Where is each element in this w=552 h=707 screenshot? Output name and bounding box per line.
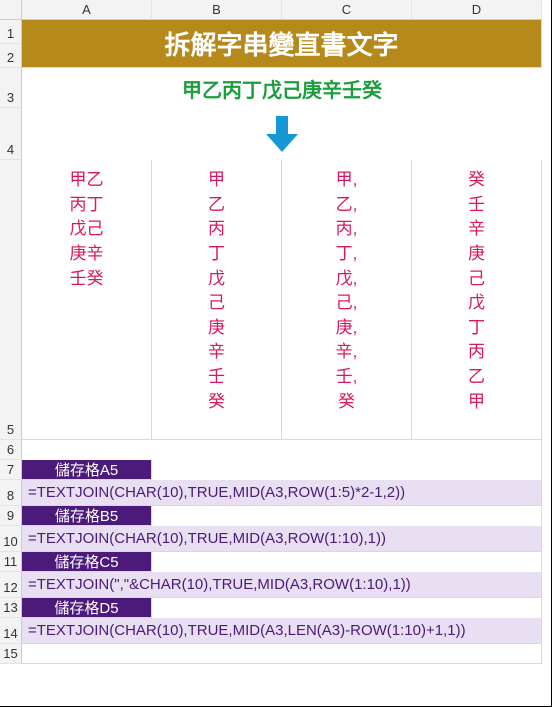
row-header-12[interactable]: 12 <box>0 572 22 598</box>
row-header-2[interactable]: 2 <box>0 44 22 68</box>
cell-D13[interactable] <box>412 598 542 618</box>
cell-D15[interactable] <box>412 644 542 664</box>
row-header-13[interactable]: 13 <box>0 598 22 618</box>
col-header-A[interactable]: A <box>22 0 152 20</box>
row-header-5[interactable]: 5 <box>0 160 22 440</box>
row-header-3[interactable]: 3 <box>0 68 22 108</box>
cell-A6[interactable] <box>22 440 152 460</box>
col-header-B[interactable]: B <box>152 0 282 20</box>
col-header-C[interactable]: C <box>282 0 412 20</box>
cell-D6[interactable] <box>412 440 542 460</box>
cell-C11[interactable] <box>282 552 412 572</box>
row-header-6[interactable]: 6 <box>0 440 22 460</box>
cell-B5[interactable]: 甲 乙 丙 丁 戊 己 庚 辛 壬 癸 <box>152 160 282 440</box>
cell-C9[interactable] <box>282 506 412 526</box>
cell-C15[interactable] <box>282 644 412 664</box>
row-header-8[interactable]: 8 <box>0 480 22 506</box>
select-all-corner[interactable] <box>0 0 22 20</box>
row-header-4[interactable]: 4 <box>0 108 22 160</box>
label-B5[interactable]: 儲存格B5 <box>22 506 152 526</box>
formula-A5[interactable]: =TEXTJOIN(CHAR(10),TRUE,MID(A3,ROW(1:5)*… <box>22 480 542 506</box>
row-header-15[interactable]: 15 <box>0 644 22 664</box>
cell-C6[interactable] <box>282 440 412 460</box>
title-banner: 拆解字串變直書文字 <box>22 20 542 68</box>
label-C5[interactable]: 儲存格C5 <box>22 552 152 572</box>
cell-D7[interactable] <box>412 460 542 480</box>
row-header-10[interactable]: 10 <box>0 526 22 552</box>
label-A5[interactable]: 儲存格A5 <box>22 460 152 480</box>
cell-B11[interactable] <box>152 552 282 572</box>
formula-D5[interactable]: =TEXTJOIN(CHAR(10),TRUE,MID(A3,LEN(A3)-R… <box>22 618 542 644</box>
formula-B5[interactable]: =TEXTJOIN(CHAR(10),TRUE,MID(A3,ROW(1:10)… <box>22 526 542 552</box>
cell-B7[interactable] <box>152 460 282 480</box>
cell-C7[interactable] <box>282 460 412 480</box>
col-header-D[interactable]: D <box>412 0 542 20</box>
row-header-14[interactable]: 14 <box>0 618 22 644</box>
row-header-1[interactable]: 1 <box>0 20 22 44</box>
cell-A5[interactable]: 甲乙 丙丁 戊己 庚辛 壬癸 <box>22 160 152 440</box>
formula-C5[interactable]: =TEXTJOIN(","&CHAR(10),TRUE,MID(A3,ROW(1… <box>22 572 542 598</box>
cell-D11[interactable] <box>412 552 542 572</box>
cell-B6[interactable] <box>152 440 282 460</box>
arrow-down-cell <box>22 108 542 160</box>
cell-B9[interactable] <box>152 506 282 526</box>
source-string-cell[interactable]: 甲乙丙丁戊己庚辛壬癸 <box>22 68 542 108</box>
cell-B13[interactable] <box>152 598 282 618</box>
cell-C5[interactable]: 甲, 乙, 丙, 丁, 戊, 己, 庚, 辛, 壬, 癸 <box>282 160 412 440</box>
arrow-down-icon <box>262 114 302 154</box>
cell-D5[interactable]: 癸 壬 辛 庚 己 戊 丁 丙 乙 甲 <box>412 160 542 440</box>
cell-C13[interactable] <box>282 598 412 618</box>
row-header-11[interactable]: 11 <box>0 552 22 572</box>
cell-B15[interactable] <box>152 644 282 664</box>
row-header-7[interactable]: 7 <box>0 460 22 480</box>
cell-D9[interactable] <box>412 506 542 526</box>
cell-A15[interactable] <box>22 644 152 664</box>
spreadsheet: A B C D 1 拆解字串變直書文字 2 3 甲乙丙丁戊己庚辛壬癸 4 5 甲… <box>0 0 552 707</box>
row-header-9[interactable]: 9 <box>0 506 22 526</box>
label-D5[interactable]: 儲存格D5 <box>22 598 152 618</box>
